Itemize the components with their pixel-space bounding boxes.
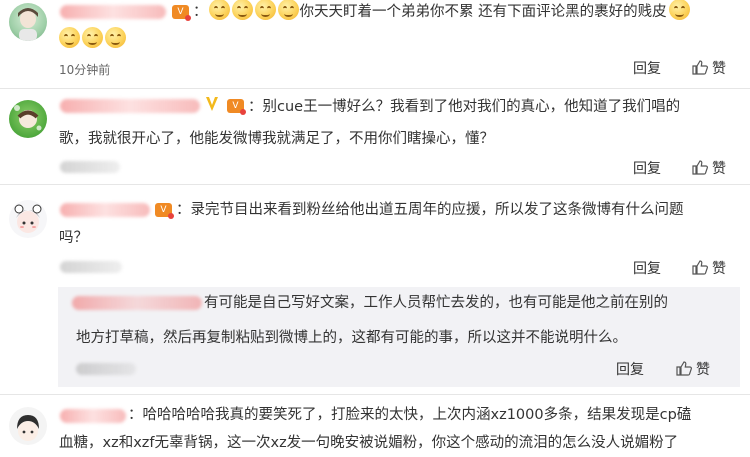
avatar-image <box>14 204 42 233</box>
colon-separator: ： <box>248 99 263 115</box>
username-blurred[interactable] <box>60 203 150 217</box>
smile-emoji-icon <box>254 0 276 20</box>
comment-item: V ：别cue王一博好么？我看到了他对我们的真心，他知道了我们唱的 歌，我就很开… <box>0 88 750 184</box>
like-label: 赞 <box>712 61 726 77</box>
timestamp-blurred <box>76 363 136 375</box>
vip-badge-icon: V <box>227 99 246 115</box>
comment-text: ：录完节目出来看到粉丝给他出道五周年的应援，所以发了这条微博有什么问题 <box>176 197 684 224</box>
comment-text: ：哈哈哈哈哈我真的要笑死了，打脸来的太快，上次内涵xz1000多条，结果发现是c… <box>128 402 691 429</box>
vip-badge-icon: V <box>155 203 174 219</box>
reply-button[interactable]: 回复 <box>633 158 661 178</box>
username-blurred[interactable] <box>72 296 202 310</box>
colon-separator: ： <box>128 407 143 423</box>
colon-separator: ： <box>176 202 191 218</box>
comment-text-line2: 血糖，xz和xzf无辜背锅，这一次xz发一句晚安被说媚粉，你这个感动的流泪的怎么… <box>59 435 679 451</box>
sub-reply-block: 有可能是自己写好文案，工作人员帮忙去发的，也有可能是他之前在别的 地方打草稿，然… <box>58 287 740 387</box>
thumbs-up-icon <box>676 361 692 376</box>
username-blurred[interactable] <box>60 409 126 423</box>
like-button[interactable]: 赞 <box>692 258 726 278</box>
smile-emoji-icon <box>59 27 80 48</box>
avatar-image <box>17 415 39 441</box>
smile-emoji-icon <box>668 0 690 20</box>
timestamp: 10分钟前 <box>59 63 111 77</box>
comment-item: V ： 你天天盯着一个弟弟你不累 还有下面评论黑的裹好的贱皮 10分钟前 回复 赞 <box>0 0 750 88</box>
vip-badge-icon: V <box>172 5 191 21</box>
like-label: 赞 <box>712 261 726 277</box>
avatar-image <box>14 105 42 131</box>
like-button[interactable]: 赞 <box>692 58 726 78</box>
like-button[interactable]: 赞 <box>676 359 710 379</box>
sub-reply-text: 有可能是自己写好文案，工作人员帮忙去发的，也有可能是他之前在别的 <box>204 295 668 311</box>
golden-v-icon <box>205 96 219 112</box>
smile-emoji-icon <box>82 27 103 48</box>
avatar[interactable] <box>9 200 47 238</box>
smile-emoji-icon <box>208 0 230 20</box>
sub-reply-text-line2: 地方打草稿，然后再复制粘贴到微博上的，这都有可能的事，所以这并不能说明什么。 <box>76 330 627 346</box>
avatar-image <box>18 8 38 41</box>
thumbs-up-icon <box>692 60 708 75</box>
comment-text-line2 <box>58 27 127 54</box>
username-blurred[interactable] <box>60 5 166 19</box>
comment-text-line2: 吗？ <box>59 230 88 246</box>
username-blurred[interactable] <box>60 99 200 113</box>
like-button[interactable]: 赞 <box>692 158 726 178</box>
like-label: 赞 <box>712 161 726 177</box>
comment-text: ：别cue王一博好么？我看到了他对我们的真心，他知道了我们唱的 <box>248 94 680 121</box>
timestamp-blurred <box>60 161 120 173</box>
thumbs-up-icon <box>692 260 708 275</box>
comment-text-line: 哈哈哈哈哈我真的要笑死了，打脸来的太快，上次内涵xz1000多条，结果发现是cp… <box>142 407 692 423</box>
thumbs-up-icon <box>692 160 708 175</box>
comment-text: ： 你天天盯着一个弟弟你不累 还有下面评论黑的裹好的贱皮 <box>193 0 691 26</box>
comment-text-line: 你天天盯着一个弟弟你不累 还有下面评论黑的裹好的贱皮 <box>299 4 667 20</box>
timestamp-blurred <box>60 261 122 273</box>
smile-emoji-icon <box>231 0 253 20</box>
avatar[interactable] <box>9 3 47 41</box>
comment-text-line: 录完节目出来看到粉丝给他出道五周年的应援，所以发了这条微博有什么问题 <box>190 202 684 218</box>
comment-item: ：哈哈哈哈哈我真的要笑死了，打脸来的太快，上次内涵xz1000多条，结果发现是c… <box>0 394 750 452</box>
smile-emoji-icon <box>277 0 299 20</box>
colon-separator: ： <box>193 4 208 20</box>
smile-emoji-icon <box>105 27 126 48</box>
reply-button[interactable]: 回复 <box>633 58 661 78</box>
comment-text-line2: 歌，我就很开心了，他能发微博我就满足了，不用你们瞎操心，懂？ <box>59 131 494 147</box>
comment-text-line: 别cue王一博好么？我看到了他对我们的真心，他知道了我们唱的 <box>262 99 681 115</box>
avatar[interactable] <box>9 100 47 138</box>
avatar[interactable] <box>9 407 47 445</box>
like-label: 赞 <box>696 362 710 378</box>
reply-button[interactable]: 回复 <box>633 258 661 278</box>
reply-button[interactable]: 回复 <box>616 359 644 379</box>
